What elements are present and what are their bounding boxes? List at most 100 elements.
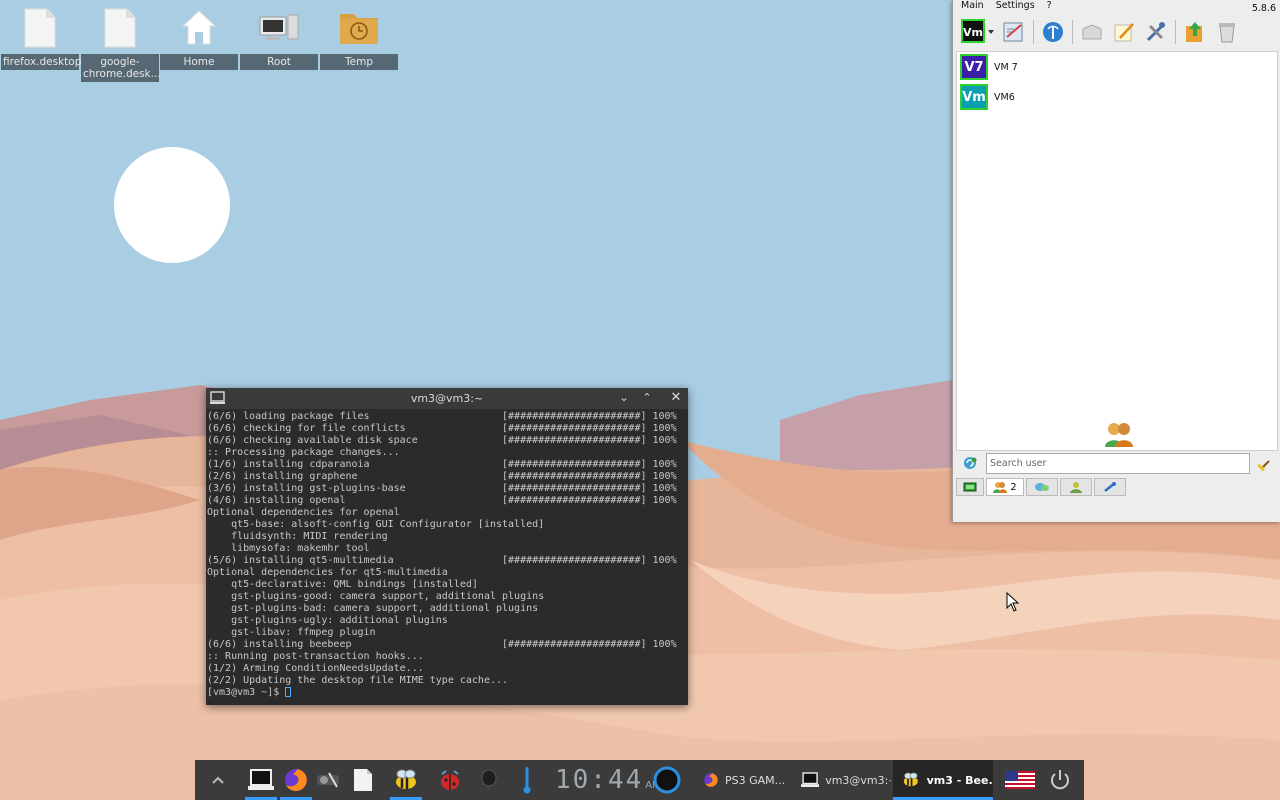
terminal-line: (1/6) installing cdparanoia [###########… bbox=[207, 459, 677, 470]
version-label: 5.8.6 bbox=[1251, 3, 1276, 14]
terminal-line: :: Processing package changes... bbox=[207, 447, 400, 458]
maximize-icon[interactable]: ⌃ bbox=[639, 390, 655, 406]
taskbar: 10:44 AM PS3 GAM... vm3@vm3:~ vm3 - Bee.… bbox=[195, 760, 1084, 800]
beebeep-window[interactable]: Main Settings ? 5.8.6 Vm V7 VM 7 Vm VM6 bbox=[952, 0, 1280, 522]
desktop-icon-google-chrome[interactable]: google-chrome.desk... bbox=[81, 4, 161, 82]
bee-icon bbox=[396, 769, 416, 789]
task-beebeep[interactable]: vm3 - Bee... bbox=[893, 760, 993, 800]
terminal-line: fluidsynth: MIDI rendering bbox=[231, 531, 388, 542]
thermometer-icon bbox=[523, 767, 531, 794]
file-share-icon bbox=[1104, 482, 1116, 492]
power-icon bbox=[1051, 770, 1069, 790]
launcher-dark-app[interactable] bbox=[475, 760, 503, 800]
text-cursor bbox=[285, 687, 292, 697]
search-bar bbox=[956, 452, 1278, 476]
desktop-icon-firefox[interactable]: firefox.desktop bbox=[1, 4, 82, 70]
terminal-line: :: Running post-transaction hooks... bbox=[207, 651, 424, 662]
terminal-output[interactable]: (6/6) loading package files [###########… bbox=[206, 409, 688, 701]
power-button[interactable] bbox=[1045, 760, 1075, 800]
keyboard-layout-button[interactable] bbox=[1003, 760, 1037, 800]
launcher-beebeep[interactable] bbox=[390, 760, 422, 800]
box-icon[interactable] bbox=[1079, 19, 1105, 45]
firefox-icon bbox=[704, 773, 718, 787]
computer-icon bbox=[257, 4, 301, 52]
user-row-vm6[interactable]: Vm VM6 bbox=[957, 82, 1277, 112]
task-label: vm3@vm3:~ bbox=[825, 773, 891, 787]
tools-icon[interactable] bbox=[1143, 19, 1169, 45]
launcher-text-editor[interactable] bbox=[348, 760, 378, 800]
svg-text:Vm: Vm bbox=[963, 26, 983, 39]
user-avatar: V7 bbox=[960, 54, 988, 80]
terminal-window[interactable]: vm3@vm3:~ ⌄ ⌃ ✕ (6/6) loading package fi… bbox=[206, 388, 688, 705]
show-tray-button[interactable] bbox=[205, 760, 231, 800]
desktop-icon-label: Home bbox=[160, 54, 238, 70]
refresh-icon[interactable] bbox=[962, 455, 978, 474]
task-label: vm3 - Bee... bbox=[926, 773, 993, 787]
terminal-line: gst-plugins-ugly: additional plugins bbox=[231, 615, 448, 626]
terminal-line: gst-plugins-good: camera support, additi… bbox=[231, 591, 545, 602]
search-user-input[interactable] bbox=[986, 453, 1250, 474]
network-icon[interactable] bbox=[1040, 19, 1066, 45]
tab-groups[interactable] bbox=[1026, 478, 1058, 496]
minimize-icon[interactable]: ⌄ bbox=[616, 390, 632, 406]
user-name: VM 7 bbox=[994, 61, 1018, 73]
bee-icon bbox=[903, 772, 918, 787]
terminal-lines: (6/6) loading package files [###########… bbox=[207, 411, 677, 686]
note-edit-icon[interactable] bbox=[1111, 19, 1137, 45]
chat-window-icon bbox=[963, 482, 977, 492]
terminal-line: (6/6) installing beebeep [##############… bbox=[207, 639, 677, 650]
user-name: VM6 bbox=[994, 91, 1015, 103]
profile-edit-icon[interactable] bbox=[1001, 19, 1027, 45]
launcher-firefox[interactable] bbox=[280, 760, 312, 800]
terminal-icon bbox=[248, 769, 274, 790]
terminal-line: (6/6) checking for file conflicts [#####… bbox=[207, 423, 677, 434]
tab-workgroups[interactable] bbox=[1060, 478, 1092, 496]
desktop-icon-root[interactable]: Root bbox=[240, 4, 318, 70]
users-group-icon bbox=[1103, 420, 1135, 451]
desktop-icon-temp[interactable]: Temp bbox=[320, 4, 398, 70]
launcher-cortana-circle[interactable] bbox=[651, 760, 683, 800]
terminal-icon bbox=[801, 772, 820, 787]
desktop-icon-label: Temp bbox=[320, 54, 398, 70]
user-row-vm7[interactable]: V7 VM 7 bbox=[957, 52, 1277, 82]
terminal-line: (6/6) checking available disk space [###… bbox=[207, 435, 677, 446]
terminal-line: (2/6) installing graphene [#############… bbox=[207, 471, 677, 482]
circle-ring-icon bbox=[653, 766, 681, 794]
terminal-line: gst-plugins-bad: camera support, additio… bbox=[231, 603, 539, 614]
terminal-titlebar[interactable]: vm3@vm3:~ ⌄ ⌃ ✕ bbox=[206, 388, 688, 409]
beebeep-toolbar: Vm bbox=[961, 17, 1246, 47]
group-chat-icon bbox=[1035, 483, 1049, 491]
terminal-line: (5/6) installing qt5-multimedia [#######… bbox=[207, 555, 677, 566]
launcher-thermometer[interactable] bbox=[515, 760, 539, 800]
terminal-line: libmysofa: makemhr tool bbox=[231, 543, 370, 554]
users-icon bbox=[993, 482, 1008, 493]
tab-chats[interactable] bbox=[956, 478, 984, 496]
task-terminal[interactable]: vm3@vm3:~ bbox=[793, 760, 891, 800]
home-icon bbox=[177, 4, 221, 52]
desktop-icon-home[interactable]: Home bbox=[160, 4, 238, 70]
update-icon[interactable] bbox=[1182, 19, 1208, 45]
launcher-system-tools[interactable] bbox=[313, 760, 343, 800]
launcher-terminal[interactable] bbox=[245, 760, 277, 800]
desktop-icon-label: firefox.desktop bbox=[1, 54, 82, 70]
task-firefox[interactable]: PS3 GAM... bbox=[695, 760, 791, 800]
folder-clock-icon bbox=[337, 4, 381, 52]
terminal-line: (3/6) installing gst-plugins-base [#####… bbox=[207, 483, 677, 494]
clock[interactable]: 10:44 AM bbox=[555, 760, 661, 800]
menu-settings[interactable]: Settings bbox=[996, 0, 1035, 13]
close-icon[interactable]: ✕ bbox=[668, 390, 684, 406]
beebeep-tabs: 2 bbox=[956, 478, 1128, 496]
status-button[interactable]: Vm bbox=[961, 19, 995, 45]
menu-help[interactable]: ? bbox=[1047, 0, 1052, 13]
launcher-bug-app[interactable] bbox=[435, 760, 465, 800]
desktop-icon-label: google-chrome.desk... bbox=[81, 54, 161, 82]
tab-users[interactable]: 2 bbox=[986, 478, 1024, 496]
clear-search-icon[interactable] bbox=[1257, 455, 1272, 474]
file-icon bbox=[18, 4, 62, 52]
file-icon bbox=[98, 4, 142, 52]
menu-main[interactable]: Main bbox=[961, 0, 984, 13]
task-label: PS3 GAM... bbox=[725, 773, 786, 787]
tab-files[interactable] bbox=[1094, 478, 1126, 496]
trash-icon[interactable] bbox=[1214, 19, 1240, 45]
user-list[interactable]: V7 VM 7 Vm VM6 bbox=[956, 51, 1278, 451]
